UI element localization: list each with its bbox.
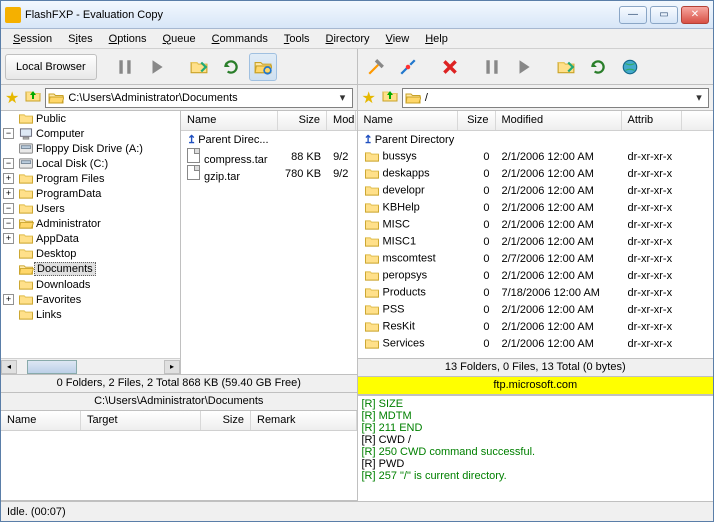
folder-row[interactable]: MISC02/1/2006 12:00 AMdr-xr-xr-x [358,216,714,233]
col-name[interactable]: Name [358,111,458,130]
menu-queue[interactable]: Queue [155,31,204,47]
remote-status-2: ftp.microsoft.com [358,377,714,395]
folder-row[interactable]: PSS02/1/2006 12:00 AMdr-xr-xr-x [358,301,714,318]
abort-icon[interactable] [436,53,464,81]
file-row[interactable]: compress.tar88 KB9/2 [181,148,357,165]
local-path-text: C:\Users\Administrator\Documents [68,92,335,104]
folder-row[interactable]: peropsys02/1/2006 12:00 AMdr-xr-xr-x [358,267,714,284]
local-status-2: C:\Users\Administrator\Documents [1,393,357,411]
remote-path-combo[interactable]: / ▾ [402,88,709,108]
dropdown-icon[interactable]: ▾ [336,91,350,104]
minimize-button[interactable]: — [619,6,647,24]
local-browser-button[interactable]: Local Browser [5,54,97,80]
folder-row[interactable]: KBHelp02/1/2006 12:00 AMdr-xr-xr-x [358,199,714,216]
refresh-icon[interactable] [217,53,245,81]
close-button[interactable]: ✕ [681,6,709,24]
up-local-icon[interactable] [25,88,41,107]
play-icon[interactable] [143,53,171,81]
favorite-local-icon[interactable]: ★ [5,88,19,108]
pause-remote-icon[interactable] [478,53,506,81]
folder-row[interactable]: deskapps02/1/2006 12:00 AMdr-xr-xr-x [358,165,714,182]
remote-path-text: / [425,92,692,104]
disconnect-icon[interactable] [394,53,422,81]
col-modified[interactable]: Modified [496,111,622,130]
menu-session[interactable]: Session [5,31,60,47]
local-pane: Public −Computer Floppy Disk Drive (A:) … [1,111,357,501]
remote-pane: Name Size Modified Attrib ↥Parent Direct… [357,111,714,501]
transfer-icon[interactable] [185,53,213,81]
file-row[interactable]: gzip.tar780 KB9/2 [181,165,357,182]
col-size[interactable]: Size [458,111,496,130]
menu-sites[interactable]: Sites [60,31,100,47]
menu-directory[interactable]: Directory [318,31,378,47]
col-name[interactable]: Name [181,111,278,130]
remote-file-list[interactable]: Name Size Modified Attrib ↥Parent Direct… [358,111,714,358]
tree-hscroll[interactable]: ◂▸ [1,358,180,374]
window-title: FlashFXP - Evaluation Copy [25,9,619,21]
parent-dir-row[interactable]: ↥Parent Directory [358,131,714,148]
col-attrib[interactable]: Attrib [622,111,682,130]
folder-row[interactable]: developr02/1/2006 12:00 AMdr-xr-xr-x [358,182,714,199]
folder-row[interactable]: bussys02/1/2006 12:00 AMdr-xr-xr-x [358,148,714,165]
parent-dir-row[interactable]: ↥Parent Direc... [181,131,357,148]
maximize-button[interactable]: ▭ [650,6,678,24]
menu-options[interactable]: Options [101,31,155,47]
local-path-combo[interactable]: C:\Users\Administrator\Documents ▾ [45,88,352,108]
folder-row[interactable]: Services02/1/2006 12:00 AMdr-xr-xr-x [358,335,714,352]
menu-tools[interactable]: Tools [276,31,318,47]
folder-icon [48,91,64,105]
titlebar[interactable]: FlashFXP - Evaluation Copy — ▭ ✕ [1,1,713,29]
play-remote-icon[interactable] [510,53,538,81]
app-icon [5,7,21,23]
folder-row[interactable]: ResKit02/1/2006 12:00 AMdr-xr-xr-x [358,318,714,335]
log-panel[interactable]: [R] SIZE[R] MDTM[R] 211 END[R] CWD /[R] … [358,395,714,501]
col-size[interactable]: Size [278,111,327,130]
transfer-remote-icon[interactable] [552,53,580,81]
folder-row[interactable]: mscomtest02/7/2006 12:00 AMdr-xr-xr-x [358,250,714,267]
folder-tree[interactable]: Public −Computer Floppy Disk Drive (A:) … [1,111,181,374]
idle-status: Idle. (00:07) [7,506,66,518]
menubar: Session Sites Options Queue Commands Too… [1,29,713,49]
folder-row[interactable]: Products07/18/2006 12:00 AMdr-xr-xr-x [358,284,714,301]
path-row: ★ C:\Users\Administrator\Documents ▾ ★ /… [1,85,713,111]
folder-row[interactable]: MISC102/1/2006 12:00 AMdr-xr-xr-x [358,233,714,250]
pause-icon[interactable] [111,53,139,81]
up-remote-icon[interactable] [382,88,398,107]
col-mod[interactable]: Mod [327,111,356,130]
menu-view[interactable]: View [378,31,418,47]
globe-icon[interactable] [616,53,644,81]
menu-help[interactable]: Help [417,31,456,47]
toolbar: Local Browser [1,49,713,85]
app-window: FlashFXP - Evaluation Copy — ▭ ✕ Session… [0,0,714,522]
refresh-remote-icon[interactable] [584,53,612,81]
bottom-status-bar: Idle. (00:07) [1,501,713,521]
queue-list[interactable]: Name Target Size Remark [1,411,357,500]
local-file-list[interactable]: Name Size Mod ↥Parent Direc... compress.… [181,111,357,374]
remote-status-1: 13 Folders, 0 Files, 13 Total (0 bytes) [358,359,714,377]
menu-commands[interactable]: Commands [204,31,276,47]
dropdown-icon[interactable]: ▾ [692,91,706,104]
local-status-1: 0 Folders, 2 Files, 2 Total 868 KB (59.4… [1,375,357,393]
connect-icon[interactable] [362,53,390,81]
folder-icon [405,91,421,105]
explorer-icon[interactable] [249,53,277,81]
favorite-remote-icon[interactable]: ★ [362,88,376,108]
